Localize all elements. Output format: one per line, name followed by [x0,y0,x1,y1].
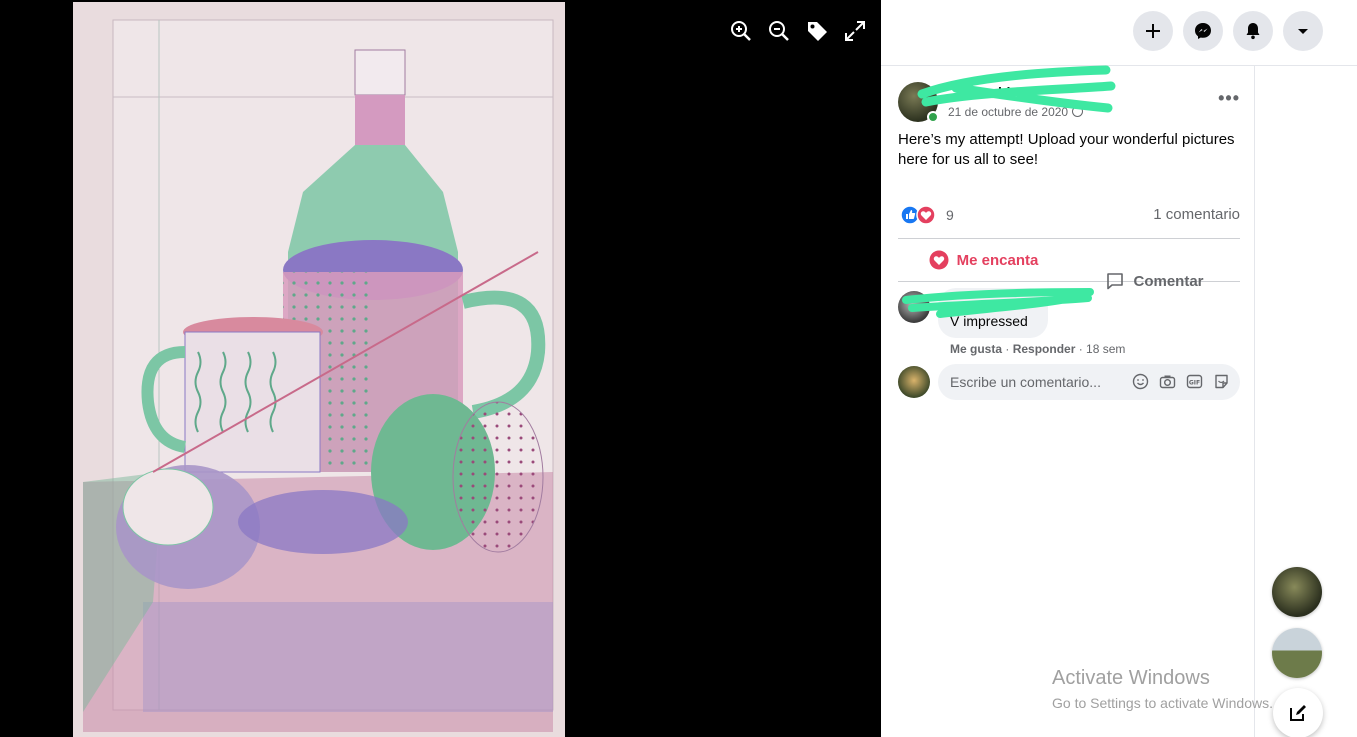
comment-button-label: Comentar [1133,272,1204,290]
reaction-count: 9 [946,207,954,223]
gif-icon[interactable]: GIF [1186,373,1203,390]
online-indicator [927,111,939,123]
zoom-in-icon[interactable] [728,16,754,46]
current-user-avatar[interactable] [898,366,930,398]
post-date-text: 21 de octubre de 2020 [948,105,1069,119]
caret-down-icon [1298,29,1308,34]
sticker-icon[interactable] [1213,373,1230,390]
globe-icon [1072,106,1084,117]
chat-head-avatar[interactable] [1272,567,1322,617]
love-button[interactable]: Me encanta [898,239,1069,281]
comment-composer: Escribe un comentario... GIF [898,364,1240,404]
windows-activation-watermark: Activate Windows Go to Settings to activ… [1052,667,1273,711]
tag-icon[interactable] [804,16,830,46]
comment-count[interactable]: 1 comentario [1153,206,1240,223]
messenger-icon [1195,23,1211,39]
bell-icon [1246,23,1260,40]
comment-reply-link[interactable]: Responder [1013,342,1076,356]
compose-icon [1290,705,1306,721]
love-button-label: Me encanta [956,251,1039,269]
comment-like-link[interactable]: Me gusta [950,342,1002,356]
messenger-button[interactable] [1183,11,1223,51]
fullscreen-icon[interactable] [842,16,868,46]
plus-icon [1146,24,1160,38]
reaction-icons [900,205,936,225]
post-text: Here’s my attempt! Upload your wonderful… [898,131,1235,168]
comment-meta: Me gusta · Responder · 18 sem [950,342,1126,356]
post-date[interactable]: 21 de octubre de 2020 [948,105,1084,119]
create-button[interactable] [1133,11,1173,51]
panel-divider [1254,66,1255,737]
chat-heads [1272,567,1322,678]
notifications-button[interactable] [1233,11,1273,51]
watermark-subtitle: Go to Settings to activate Windows. [1052,695,1273,711]
author-name[interactable]: ldwell [998,84,1037,100]
post: ldwell 21 de octubre de 2020 ••• Here’s … [898,65,1240,404]
account-menu-button[interactable] [1283,11,1323,51]
zoom-out-icon[interactable] [766,16,792,46]
comment-text: V impressed [950,313,1028,329]
post-header: ldwell 21 de octubre de 2020 ••• [898,65,1240,128]
camera-icon[interactable] [1159,373,1176,390]
new-message-button[interactable] [1273,688,1323,737]
post-action-bar: Me encanta Comentar [898,238,1240,290]
photo-viewer [0,0,881,737]
post-panel: ldwell 21 de octubre de 2020 ••• Here’s … [881,0,1357,737]
photo[interactable] [73,2,565,737]
top-actions [1133,11,1323,51]
commenter-avatar[interactable] [898,291,930,323]
love-icon [929,250,949,270]
comment-time[interactable]: 18 sem [1086,342,1125,356]
top-bar [881,0,1357,66]
reactions-summary[interactable]: 9 1 comentario [898,204,1240,226]
comment-input[interactable]: Escribe un comentario... GIF [938,364,1240,400]
post-more-button[interactable]: ••• [1218,88,1240,109]
viewer-toolbar [728,16,868,46]
composer-icons: GIF [1132,373,1230,390]
comment-input-placeholder: Escribe un comentario... [950,374,1101,390]
comment: V impressed Me gusta · Responder · 18 se… [898,288,1240,360]
watermark-title: Activate Windows [1052,667,1210,689]
svg-text:GIF: GIF [1189,379,1200,386]
facebook-photo-viewer: ldwell 21 de octubre de 2020 ••• Here’s … [0,0,1357,737]
emoji-icon[interactable] [1132,373,1149,390]
chat-head-avatar[interactable] [1272,628,1322,678]
